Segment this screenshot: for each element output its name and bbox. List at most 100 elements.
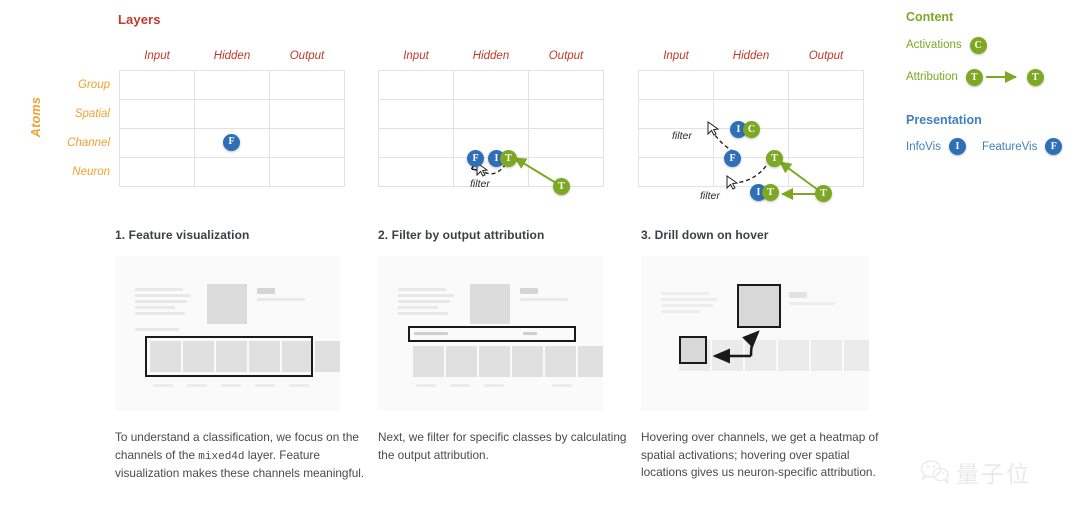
- feature-tile[interactable]: [446, 346, 477, 377]
- panel-1-thumbnail[interactable]: [115, 256, 340, 411]
- cell-channel-output[interactable]: [528, 127, 604, 158]
- panel-3-caption-pre: Hovering over channels, we get a heatmap…: [641, 430, 879, 480]
- legend-featurevis-label: FeatureVis: [981, 140, 1038, 153]
- panel-feature-visualization: 1. Feature visualization To understand a…: [115, 228, 369, 483]
- row-header-spatial: Spatial: [74, 107, 110, 120]
- legend-content-heading: Content: [906, 10, 954, 24]
- feature-tile-strip: [413, 346, 603, 377]
- cell-spatial-output[interactable]: [788, 98, 864, 129]
- cell-channel-hidden[interactable]: [453, 127, 529, 158]
- filter-label-neuron: filter: [700, 190, 720, 202]
- cell-spatial-input[interactable]: [378, 98, 454, 129]
- cell-group-input[interactable]: [638, 69, 714, 100]
- feature-tile[interactable]: [315, 341, 340, 372]
- wechat-icon: [920, 460, 950, 485]
- cell-neuron-input[interactable]: [378, 156, 454, 187]
- cell-neuron-input[interactable]: [119, 156, 195, 187]
- matrix-corner: [48, 42, 120, 70]
- matrix-table-2: Input Hidden Output: [378, 42, 604, 187]
- watermark: 量子位: [920, 455, 1031, 489]
- cell-group-hidden[interactable]: [194, 69, 270, 100]
- panel-2-thumbnail[interactable]: [378, 256, 603, 411]
- matrix-table-1: Input Hidden Output Group Spatial Channe…: [48, 42, 345, 187]
- layers-axis-title: Layers: [118, 12, 161, 27]
- column-header-output: Output: [808, 49, 844, 62]
- badge-infovis-I-neuron[interactable]: I: [750, 184, 767, 201]
- legend: Content Activations C Attribution T T Pr…: [906, 10, 1080, 155]
- cell-group-hidden[interactable]: [453, 69, 529, 100]
- column-header-output: Output: [289, 49, 325, 62]
- cell-channel-output[interactable]: [269, 127, 345, 158]
- cell-spatial-hidden[interactable]: [194, 98, 270, 129]
- column-header-hidden: Hidden: [472, 49, 510, 62]
- panel-3-caption: Hovering over channels, we get a heatmap…: [641, 429, 881, 482]
- highlight-box-channels: [145, 336, 313, 377]
- badge-infovis-I[interactable]: I: [948, 138, 966, 155]
- cell-channel-hidden[interactable]: F: [194, 127, 270, 158]
- cell-channel-input[interactable]: [378, 127, 454, 158]
- cell-group-output[interactable]: [269, 69, 345, 100]
- matrix-section: Layers Atoms Input Hidden Output Group S…: [0, 0, 1080, 215]
- badge-attribution-T-output[interactable]: T: [815, 185, 832, 202]
- feature-tile[interactable]: [413, 346, 444, 377]
- cell-channel-hidden[interactable]: [713, 127, 789, 158]
- panel-3-thumbnail[interactable]: [641, 256, 869, 411]
- cell-spatial-output[interactable]: [269, 98, 345, 129]
- legend-attribution-label: Attribution: [906, 71, 958, 83]
- cell-spatial-output[interactable]: [528, 98, 604, 129]
- cell-spatial-hidden[interactable]: [713, 98, 789, 129]
- badge-featurevis-F[interactable]: F: [223, 133, 240, 151]
- badge-attribution-T-source[interactable]: T: [965, 68, 983, 86]
- cell-neuron-input[interactable]: [638, 156, 714, 187]
- cell-neuron-hidden[interactable]: [713, 156, 789, 187]
- cell-neuron-hidden[interactable]: [194, 156, 270, 187]
- legend-row-attribution: Attribution T T: [906, 67, 1080, 87]
- grid-filter-by-output-attribution: Input Hidden Output F I T T filter: [378, 42, 604, 195]
- cell-group-hidden[interactable]: [713, 69, 789, 100]
- column-header-input: Input: [403, 49, 429, 62]
- column-header-output: Output: [548, 49, 584, 62]
- cell-group-input[interactable]: [119, 69, 195, 100]
- panel-1-caption-code: mixed4d: [198, 450, 245, 463]
- cell-channel-output[interactable]: [788, 127, 864, 158]
- panel-3-title: 3. Drill down on hover: [641, 228, 769, 242]
- feature-tile[interactable]: [479, 346, 510, 377]
- cell-spatial-hidden[interactable]: [453, 98, 529, 129]
- panel-drill-down-on-hover: 3. Drill down on hover Hovering over cha…: [641, 228, 881, 482]
- badge-attribution-T-target[interactable]: T: [1026, 68, 1044, 86]
- feature-tile[interactable]: [578, 346, 603, 377]
- panel-1-caption: To understand a classification, we focus…: [115, 429, 369, 483]
- panel-2-caption: Next, we filter for specific classes by …: [378, 429, 632, 464]
- cell-group-output[interactable]: [528, 69, 604, 100]
- atoms-axis-title: Atoms: [29, 96, 43, 138]
- feature-tile[interactable]: [545, 346, 576, 377]
- cell-spatial-input[interactable]: [119, 98, 195, 129]
- panel-2-title: 2. Filter by output attribution: [378, 228, 545, 242]
- panel-2-caption-pre: Next, we filter for specific classes by …: [378, 430, 627, 462]
- cell-spatial-input[interactable]: [638, 98, 714, 129]
- badge-attribution-T-neuron[interactable]: T: [762, 184, 779, 201]
- column-header-hidden: Hidden: [732, 49, 770, 62]
- feature-tile[interactable]: [512, 346, 543, 377]
- column-header-hidden: Hidden: [213, 49, 251, 62]
- cell-neuron-output[interactable]: [528, 156, 604, 187]
- badge-featurevis-F[interactable]: F: [1045, 138, 1063, 155]
- cell-neuron-output[interactable]: [788, 156, 864, 187]
- cell-group-output[interactable]: [788, 69, 864, 100]
- grid-feature-visualization: Input Hidden Output Group Spatial Channe…: [48, 42, 345, 187]
- row-header-group: Group: [78, 78, 110, 91]
- cell-channel-input[interactable]: [119, 127, 195, 158]
- diagram-page: Layers Atoms Input Hidden Output Group S…: [0, 0, 1080, 521]
- badge-activations-C[interactable]: C: [969, 36, 987, 54]
- cell-channel-input[interactable]: [638, 127, 714, 158]
- grid-drill-down-on-hover: Input Hidden Output I C F T I T T filter…: [638, 42, 864, 202]
- attribution-arrow-icon: [985, 71, 1017, 83]
- legend-row-activations: Activations C: [906, 35, 1080, 55]
- cell-neuron-hidden[interactable]: [453, 156, 529, 187]
- cell-neuron-output[interactable]: [269, 156, 345, 187]
- cell-group-input[interactable]: [378, 69, 454, 100]
- legend-presentation-heading: Presentation: [906, 113, 982, 127]
- row-header-neuron: Neuron: [72, 165, 110, 178]
- row-header-channel: Channel: [67, 136, 110, 149]
- column-header-input: Input: [663, 49, 689, 62]
